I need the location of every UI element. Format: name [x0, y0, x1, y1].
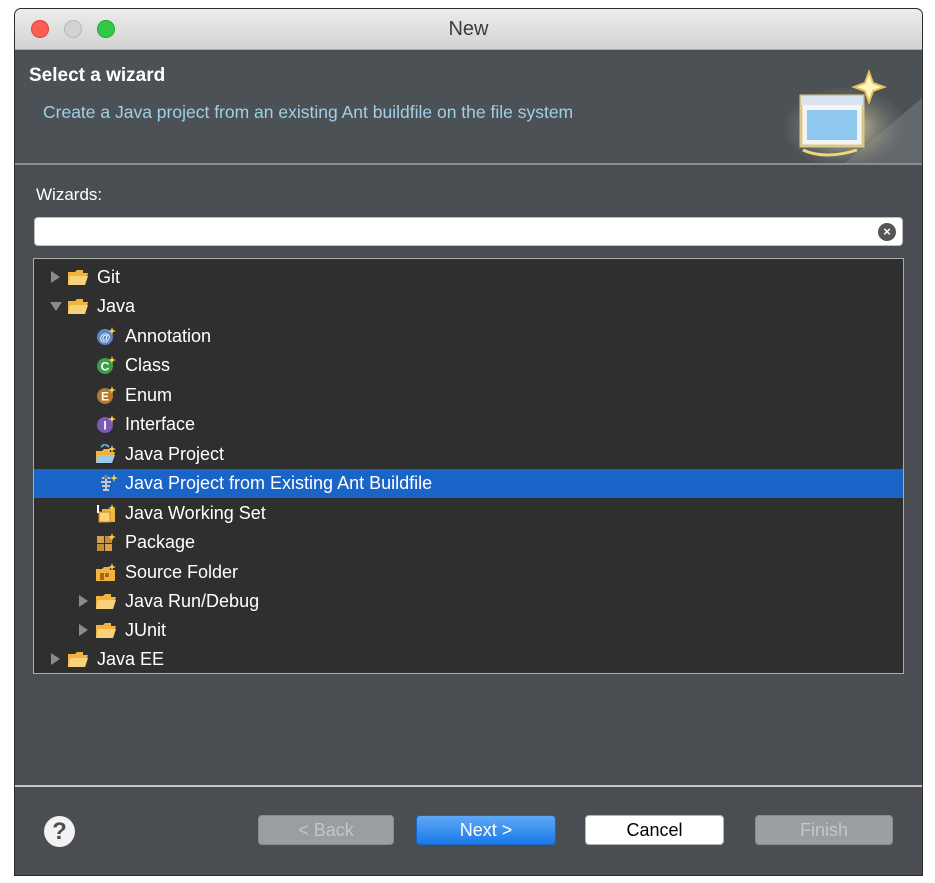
page-title: Select a wizard — [29, 65, 166, 86]
tree-item-label: Source Folder — [125, 562, 239, 582]
tree-item-annotation[interactable]: @ Annotation — [34, 322, 903, 351]
wizard-filter-input[interactable] — [41, 221, 875, 244]
tree-item-label: Enum — [125, 385, 173, 405]
tree-item-java[interactable]: Java — [34, 292, 903, 321]
new-wizard-dialog: New Select a wizard Create a Java projec… — [15, 9, 922, 875]
folder-icon — [96, 594, 116, 609]
title-bar: New — [15, 9, 922, 50]
back-button[interactable]: < Back — [258, 815, 394, 845]
wizard-header: Select a wizard Create a Java project fr… — [15, 50, 922, 163]
next-button[interactable]: Next > — [416, 815, 556, 845]
class-icon: C — [97, 356, 116, 374]
interface-icon: I — [97, 415, 116, 433]
wizard-filter-field[interactable]: × — [34, 217, 903, 246]
help-button[interactable]: ? — [44, 816, 75, 847]
page-description: Create a Java project from an existing A… — [43, 102, 574, 122]
java-project-icon — [96, 444, 116, 463]
tree-item-label: Java EE — [97, 649, 165, 669]
clear-search-icon[interactable]: × — [878, 223, 896, 241]
expand-arrow-icon[interactable] — [79, 624, 88, 636]
wizards-label: Wizards: — [36, 185, 103, 204]
finish-button[interactable]: Finish — [755, 815, 893, 845]
folder-icon — [68, 299, 88, 314]
expand-arrow-icon[interactable] — [51, 653, 60, 665]
tree-item-label: Java Working Set — [125, 503, 266, 523]
tree-item-label: Java Project — [125, 444, 225, 464]
tree-item-label: Java Project from Existing Ant Buildfile — [125, 473, 433, 493]
tree-item-label: Java — [97, 296, 136, 316]
ant-icon — [101, 474, 118, 491]
tree-item-java-ee[interactable]: Java EE — [34, 645, 903, 673]
tree-item-class[interactable]: C Class — [34, 351, 903, 380]
annotation-icon: @ — [97, 327, 116, 345]
folder-icon — [68, 270, 88, 285]
svg-text:E: E — [101, 390, 109, 404]
tree-item-label: JUnit — [125, 620, 167, 640]
working-set-icon — [97, 504, 116, 523]
expand-arrow-icon[interactable] — [79, 595, 88, 607]
tree-item-git[interactable]: Git — [34, 263, 903, 292]
package-icon — [97, 533, 116, 551]
tree-item-label: Annotation — [125, 326, 212, 346]
folder-icon — [96, 623, 116, 638]
enum-icon: E — [97, 386, 116, 404]
cancel-button[interactable]: Cancel — [585, 815, 724, 845]
source-folder-icon — [96, 563, 116, 581]
window-title: New — [448, 18, 489, 40]
svg-text:I: I — [103, 419, 106, 433]
tree-item-label: Interface — [125, 414, 196, 434]
tree-item-label: Git — [97, 267, 121, 287]
tree-item-java-project-from-ant[interactable]: Java Project from Existing Ant Buildfile — [34, 469, 903, 498]
footer-separator — [15, 785, 922, 787]
tree-item-label: Java Run/Debug — [125, 591, 260, 611]
tree-item-java-run-debug[interactable]: Java Run/Debug — [34, 587, 903, 616]
expand-arrow-icon[interactable] — [51, 271, 60, 283]
svg-text:@: @ — [100, 332, 111, 344]
folder-icon — [68, 652, 88, 667]
tree-item-source-folder[interactable]: Source Folder — [34, 558, 903, 587]
tree-item-interface[interactable]: I Interface — [34, 410, 903, 439]
wizard-banner-icon — [785, 69, 922, 163]
header-separator — [15, 163, 922, 165]
tree-item-enum[interactable]: E Enum — [34, 381, 903, 410]
tree-item-java-project[interactable]: Java Project — [34, 440, 903, 469]
svg-text:C: C — [101, 360, 110, 374]
tree-item-label: Class — [125, 355, 171, 375]
tree-item-package[interactable]: Package — [34, 528, 903, 557]
tree-item-java-working-set[interactable]: Java Working Set — [34, 499, 903, 528]
collapse-arrow-icon[interactable] — [50, 302, 62, 311]
wizard-tree[interactable]: Git Java @ Annotation C Class E Enum I I… — [33, 258, 904, 674]
tree-item-junit[interactable]: JUnit — [34, 616, 903, 645]
tree-item-label: Package — [125, 532, 196, 552]
